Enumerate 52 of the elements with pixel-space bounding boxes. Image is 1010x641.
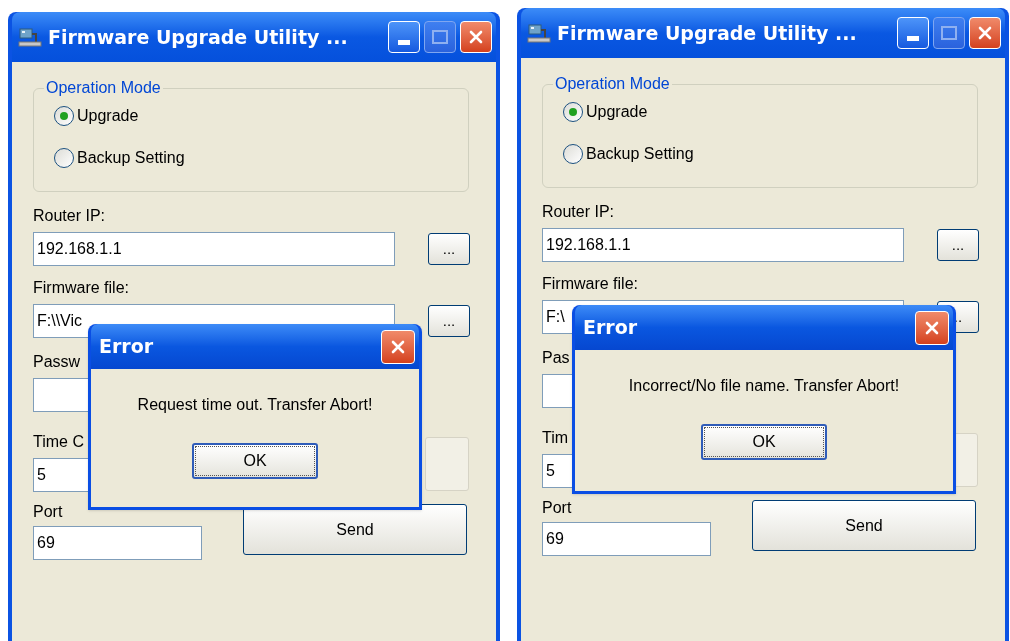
minimize-button[interactable] — [388, 21, 420, 53]
computer-icon — [18, 26, 42, 48]
send-button[interactable]: Send — [243, 504, 467, 555]
close-button[interactable] — [381, 329, 415, 364]
ok-button[interactable]: OK — [192, 443, 318, 479]
error-message: Incorrect/No file name. Transfer Abort! — [628, 376, 900, 396]
dialog-title: Error — [583, 315, 638, 341]
browse-button[interactable]: ... — [428, 233, 470, 265]
minimize-button[interactable] — [897, 17, 929, 49]
radio-button[interactable] — [563, 144, 583, 164]
radio-button[interactable] — [54, 148, 74, 168]
field-label: Passw — [33, 352, 82, 372]
field-label: Tim — [542, 428, 570, 448]
close-icon — [924, 319, 940, 336]
text-field[interactable]: 192.168.1.1 — [542, 228, 904, 262]
text-field[interactable]: 69 — [542, 522, 711, 556]
close-icon — [977, 25, 993, 41]
radio-option[interactable]: Backup Setting — [563, 142, 957, 166]
radio-option[interactable]: Upgrade — [54, 104, 448, 128]
radio-button[interactable] — [563, 102, 583, 122]
field-label: Time C — [33, 432, 85, 452]
radio-option[interactable]: Upgrade — [563, 100, 957, 124]
text-field[interactable]: 69 — [33, 526, 202, 560]
close-button[interactable] — [969, 17, 1001, 49]
computer-icon — [527, 22, 551, 44]
window-title: Firmware Upgrade Utility ... — [557, 20, 857, 46]
close-icon — [390, 338, 406, 355]
error-message: Request time out. Transfer Abort! — [137, 395, 373, 415]
radio-button[interactable] — [54, 106, 74, 126]
field-label: Firmware file: — [542, 274, 639, 294]
close-button[interactable] — [915, 310, 949, 345]
group-label: Operation Mode — [554, 74, 671, 94]
field-label: Firmware file: — [33, 278, 130, 298]
close-button[interactable] — [460, 21, 492, 53]
maximize-icon — [432, 30, 448, 44]
maximize-icon — [941, 26, 957, 40]
minimize-icon — [907, 36, 919, 41]
browse-button[interactable]: ... — [428, 305, 470, 337]
field-label: Router IP: — [33, 206, 107, 226]
radio-option[interactable]: Backup Setting — [54, 146, 448, 170]
field-label: Pas — [542, 348, 571, 368]
text-field[interactable]: 192.168.1.1 — [33, 232, 395, 266]
field-label: Port — [33, 502, 64, 522]
ok-button[interactable]: OK — [701, 424, 827, 460]
send-button[interactable]: Send — [752, 500, 976, 551]
window-title: Firmware Upgrade Utility ... — [48, 24, 348, 50]
minimize-icon — [398, 40, 410, 45]
close-icon — [468, 29, 484, 45]
browse-button[interactable]: ... — [937, 229, 979, 261]
group-label: Operation Mode — [45, 78, 162, 98]
field-label: Router IP: — [542, 202, 616, 222]
field-label: Port — [542, 498, 573, 518]
